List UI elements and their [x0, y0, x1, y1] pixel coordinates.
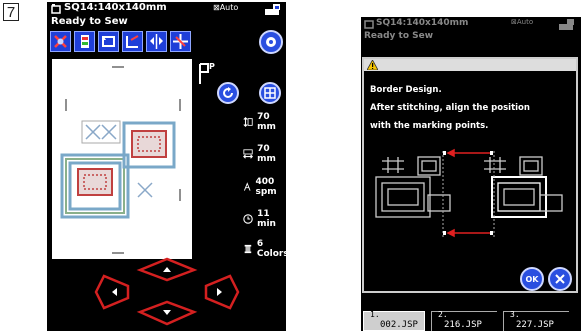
tab-number: 2.: [438, 310, 448, 319]
status-text: Ready to Sew: [364, 31, 434, 41]
gear-icon: [266, 37, 276, 47]
thread-spool-icon: [244, 244, 252, 254]
settings-button[interactable]: [259, 30, 283, 54]
design-tab-3[interactable]: 3. 227.JSP: [503, 310, 569, 331]
back-button[interactable]: [217, 82, 239, 104]
tab-file-name: 227.JSP: [516, 320, 554, 330]
status-text: Ready to Sew: [51, 16, 128, 27]
curved-arrow-icon: [223, 87, 233, 98]
height-info: 70 mm: [243, 112, 286, 132]
hoop-icon: [364, 20, 374, 29]
time-info: 11 min: [243, 209, 286, 229]
cancel-button[interactable]: [548, 267, 572, 291]
right-screen: SQ14:140x140mm ⊠Auto Ready to Sew Border…: [361, 17, 581, 331]
message-dialog: Border Design. After stitching, align th…: [362, 57, 578, 293]
rotate-design-button[interactable]: [98, 31, 119, 52]
speed-info: 400 spm: [243, 177, 286, 197]
design-tab-1[interactable]: 1. 002.JSP: [363, 310, 425, 331]
width-icon: [243, 149, 254, 159]
mirror-button[interactable]: [146, 31, 167, 52]
design-name: SQ14:140x140mm: [376, 18, 469, 28]
height-icon: [243, 117, 253, 127]
tab-file-name: 002.JSP: [380, 320, 418, 330]
dialog-title-bar: [364, 59, 576, 71]
ok-button[interactable]: OK: [520, 267, 544, 291]
width-info: 70 mm: [243, 144, 286, 164]
layout-button[interactable]: [259, 82, 281, 104]
ok-label: OK: [525, 274, 539, 284]
border-alignment-illustration: [375, 148, 563, 238]
dialog-message-line2: After stitching, align the position: [370, 103, 530, 113]
speed-icon: [243, 182, 251, 191]
design-preview: [52, 59, 192, 259]
hoop-icon: [51, 4, 61, 14]
close-icon: [555, 274, 565, 284]
auto-indicator: ⊠Auto: [213, 3, 239, 12]
color-change-button[interactable]: [74, 31, 95, 52]
grid-icon: [264, 87, 276, 99]
move-design-button[interactable]: [170, 31, 191, 52]
arrow-pad: [94, 257, 240, 326]
colors-info: 6 Colors: [243, 239, 291, 259]
dialog-message-line1: Border Design.: [370, 85, 442, 95]
design-tab-2[interactable]: 2. 216.JSP: [431, 310, 497, 331]
header-bar: SQ14:140x140mm ⊠Auto: [47, 2, 286, 16]
needle-position-label: P: [209, 62, 215, 71]
design-name: SQ14:140x140mm: [64, 2, 167, 13]
left-screen: SQ14:140x140mm ⊠Auto Ready to Sew P 70 m…: [47, 2, 289, 331]
dialog-message-line3: with the marking points.: [370, 121, 489, 131]
tab-file-name: 216.JSP: [444, 320, 482, 330]
delete-design-button[interactable]: [50, 31, 71, 52]
warning-icon: [367, 60, 378, 70]
machine-status-icon: [559, 19, 574, 30]
machine-status-icon: [265, 4, 280, 15]
step-number-box: 7: [3, 3, 19, 21]
tab-number: 3.: [510, 310, 520, 319]
tab-number: 1.: [370, 310, 380, 319]
trace-button[interactable]: [122, 31, 143, 52]
auto-indicator: ⊠Auto: [511, 18, 534, 26]
clock-icon: [243, 214, 253, 224]
header-bar: SQ14:140x140mm ⊠Auto: [361, 17, 581, 31]
